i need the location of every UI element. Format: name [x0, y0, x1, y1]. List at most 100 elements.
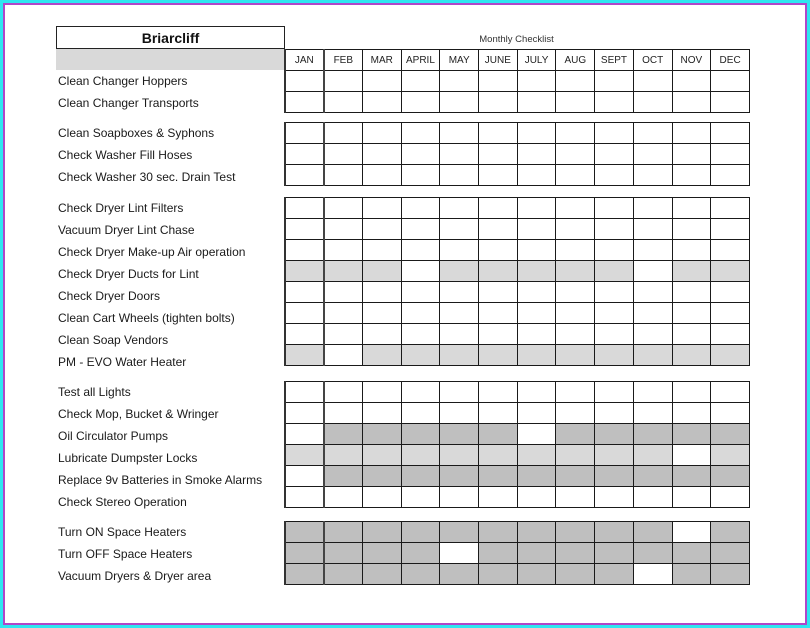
checklist-cell-sept[interactable]	[594, 302, 634, 324]
checklist-cell-aug[interactable]	[555, 302, 596, 324]
checklist-cell-april[interactable]	[400, 70, 441, 92]
checklist-cell-dec[interactable]	[710, 302, 750, 324]
checklist-cell-aug[interactable]	[555, 164, 596, 186]
checklist-cell-mar[interactable]	[361, 281, 402, 303]
checklist-cell-may[interactable]	[439, 91, 480, 113]
checklist-cell-july[interactable]	[516, 281, 557, 303]
checklist-cell-dec[interactable]	[710, 197, 750, 219]
checklist-cell-aug[interactable]	[555, 402, 596, 424]
checklist-cell-may[interactable]	[439, 381, 480, 403]
checklist-cell-jan[interactable]	[284, 302, 325, 324]
checklist-cell-feb[interactable]	[322, 143, 363, 165]
checklist-cell-may[interactable]	[439, 122, 480, 144]
checklist-cell-feb[interactable]	[322, 344, 363, 366]
checklist-cell-may[interactable]	[439, 218, 480, 240]
checklist-cell-mar[interactable]	[361, 486, 402, 508]
checklist-cell-april[interactable]	[400, 381, 441, 403]
checklist-cell-april[interactable]	[400, 281, 441, 303]
checklist-cell-nov[interactable]	[671, 218, 712, 240]
checklist-cell-june[interactable]	[478, 239, 518, 261]
checklist-cell-april[interactable]	[400, 164, 441, 186]
checklist-cell-jan[interactable]	[284, 423, 325, 445]
checklist-cell-sept[interactable]	[594, 402, 634, 424]
checklist-cell-aug[interactable]	[555, 381, 596, 403]
checklist-cell-jan[interactable]	[284, 122, 325, 144]
checklist-cell-feb[interactable]	[322, 302, 363, 324]
checklist-cell-sept[interactable]	[594, 281, 634, 303]
checklist-cell-sept[interactable]	[594, 164, 634, 186]
checklist-cell-dec[interactable]	[710, 122, 750, 144]
checklist-cell-jan[interactable]	[284, 218, 325, 240]
checklist-cell-oct[interactable]	[632, 197, 673, 219]
checklist-cell-june[interactable]	[478, 486, 518, 508]
checklist-cell-nov[interactable]	[671, 486, 712, 508]
checklist-cell-may[interactable]	[439, 239, 480, 261]
checklist-cell-mar[interactable]	[361, 218, 402, 240]
checklist-cell-jan[interactable]	[284, 197, 325, 219]
checklist-cell-jan[interactable]	[284, 381, 325, 403]
checklist-cell-sept[interactable]	[594, 122, 634, 144]
checklist-cell-june[interactable]	[478, 143, 518, 165]
checklist-cell-jan[interactable]	[284, 402, 325, 424]
checklist-cell-feb[interactable]	[322, 122, 363, 144]
checklist-cell-april[interactable]	[400, 218, 441, 240]
checklist-cell-may[interactable]	[439, 164, 480, 186]
checklist-cell-nov[interactable]	[671, 197, 712, 219]
checklist-cell-oct[interactable]	[632, 91, 673, 113]
checklist-cell-aug[interactable]	[555, 122, 596, 144]
checklist-cell-july[interactable]	[516, 381, 557, 403]
checklist-cell-july[interactable]	[516, 122, 557, 144]
checklist-cell-mar[interactable]	[361, 91, 402, 113]
checklist-cell-april[interactable]	[400, 302, 441, 324]
checklist-cell-jan[interactable]	[284, 91, 325, 113]
checklist-cell-nov[interactable]	[671, 381, 712, 403]
checklist-cell-june[interactable]	[478, 402, 518, 424]
checklist-cell-may[interactable]	[439, 70, 480, 92]
checklist-cell-jan[interactable]	[284, 70, 325, 92]
checklist-cell-july[interactable]	[516, 239, 557, 261]
checklist-cell-may[interactable]	[439, 143, 480, 165]
checklist-cell-july[interactable]	[516, 218, 557, 240]
checklist-cell-april[interactable]	[400, 91, 441, 113]
checklist-cell-oct[interactable]	[632, 239, 673, 261]
checklist-cell-may[interactable]	[439, 542, 480, 564]
checklist-cell-oct[interactable]	[632, 486, 673, 508]
checklist-cell-nov[interactable]	[671, 143, 712, 165]
checklist-cell-june[interactable]	[478, 381, 518, 403]
checklist-cell-july[interactable]	[516, 402, 557, 424]
checklist-cell-april[interactable]	[400, 260, 441, 282]
checklist-cell-mar[interactable]	[361, 323, 402, 345]
checklist-cell-feb[interactable]	[322, 197, 363, 219]
checklist-cell-dec[interactable]	[710, 218, 750, 240]
checklist-cell-dec[interactable]	[710, 70, 750, 92]
checklist-cell-may[interactable]	[439, 281, 480, 303]
checklist-cell-feb[interactable]	[322, 402, 363, 424]
checklist-cell-nov[interactable]	[671, 323, 712, 345]
checklist-cell-sept[interactable]	[594, 381, 634, 403]
checklist-cell-mar[interactable]	[361, 302, 402, 324]
checklist-cell-june[interactable]	[478, 91, 518, 113]
checklist-cell-july[interactable]	[516, 70, 557, 92]
checklist-cell-mar[interactable]	[361, 381, 402, 403]
checklist-cell-aug[interactable]	[555, 323, 596, 345]
checklist-cell-dec[interactable]	[710, 164, 750, 186]
checklist-cell-april[interactable]	[400, 122, 441, 144]
checklist-cell-april[interactable]	[400, 197, 441, 219]
checklist-cell-nov[interactable]	[671, 402, 712, 424]
checklist-cell-sept[interactable]	[594, 486, 634, 508]
checklist-cell-mar[interactable]	[361, 164, 402, 186]
checklist-cell-nov[interactable]	[671, 281, 712, 303]
checklist-cell-july[interactable]	[516, 143, 557, 165]
checklist-cell-dec[interactable]	[710, 323, 750, 345]
checklist-cell-sept[interactable]	[594, 70, 634, 92]
checklist-cell-oct[interactable]	[632, 302, 673, 324]
checklist-cell-oct[interactable]	[632, 563, 673, 585]
checklist-cell-jan[interactable]	[284, 486, 325, 508]
checklist-cell-mar[interactable]	[361, 239, 402, 261]
checklist-cell-feb[interactable]	[322, 91, 363, 113]
checklist-cell-june[interactable]	[478, 302, 518, 324]
checklist-cell-dec[interactable]	[710, 281, 750, 303]
checklist-cell-nov[interactable]	[671, 122, 712, 144]
checklist-cell-jan[interactable]	[284, 281, 325, 303]
checklist-cell-july[interactable]	[516, 423, 557, 445]
